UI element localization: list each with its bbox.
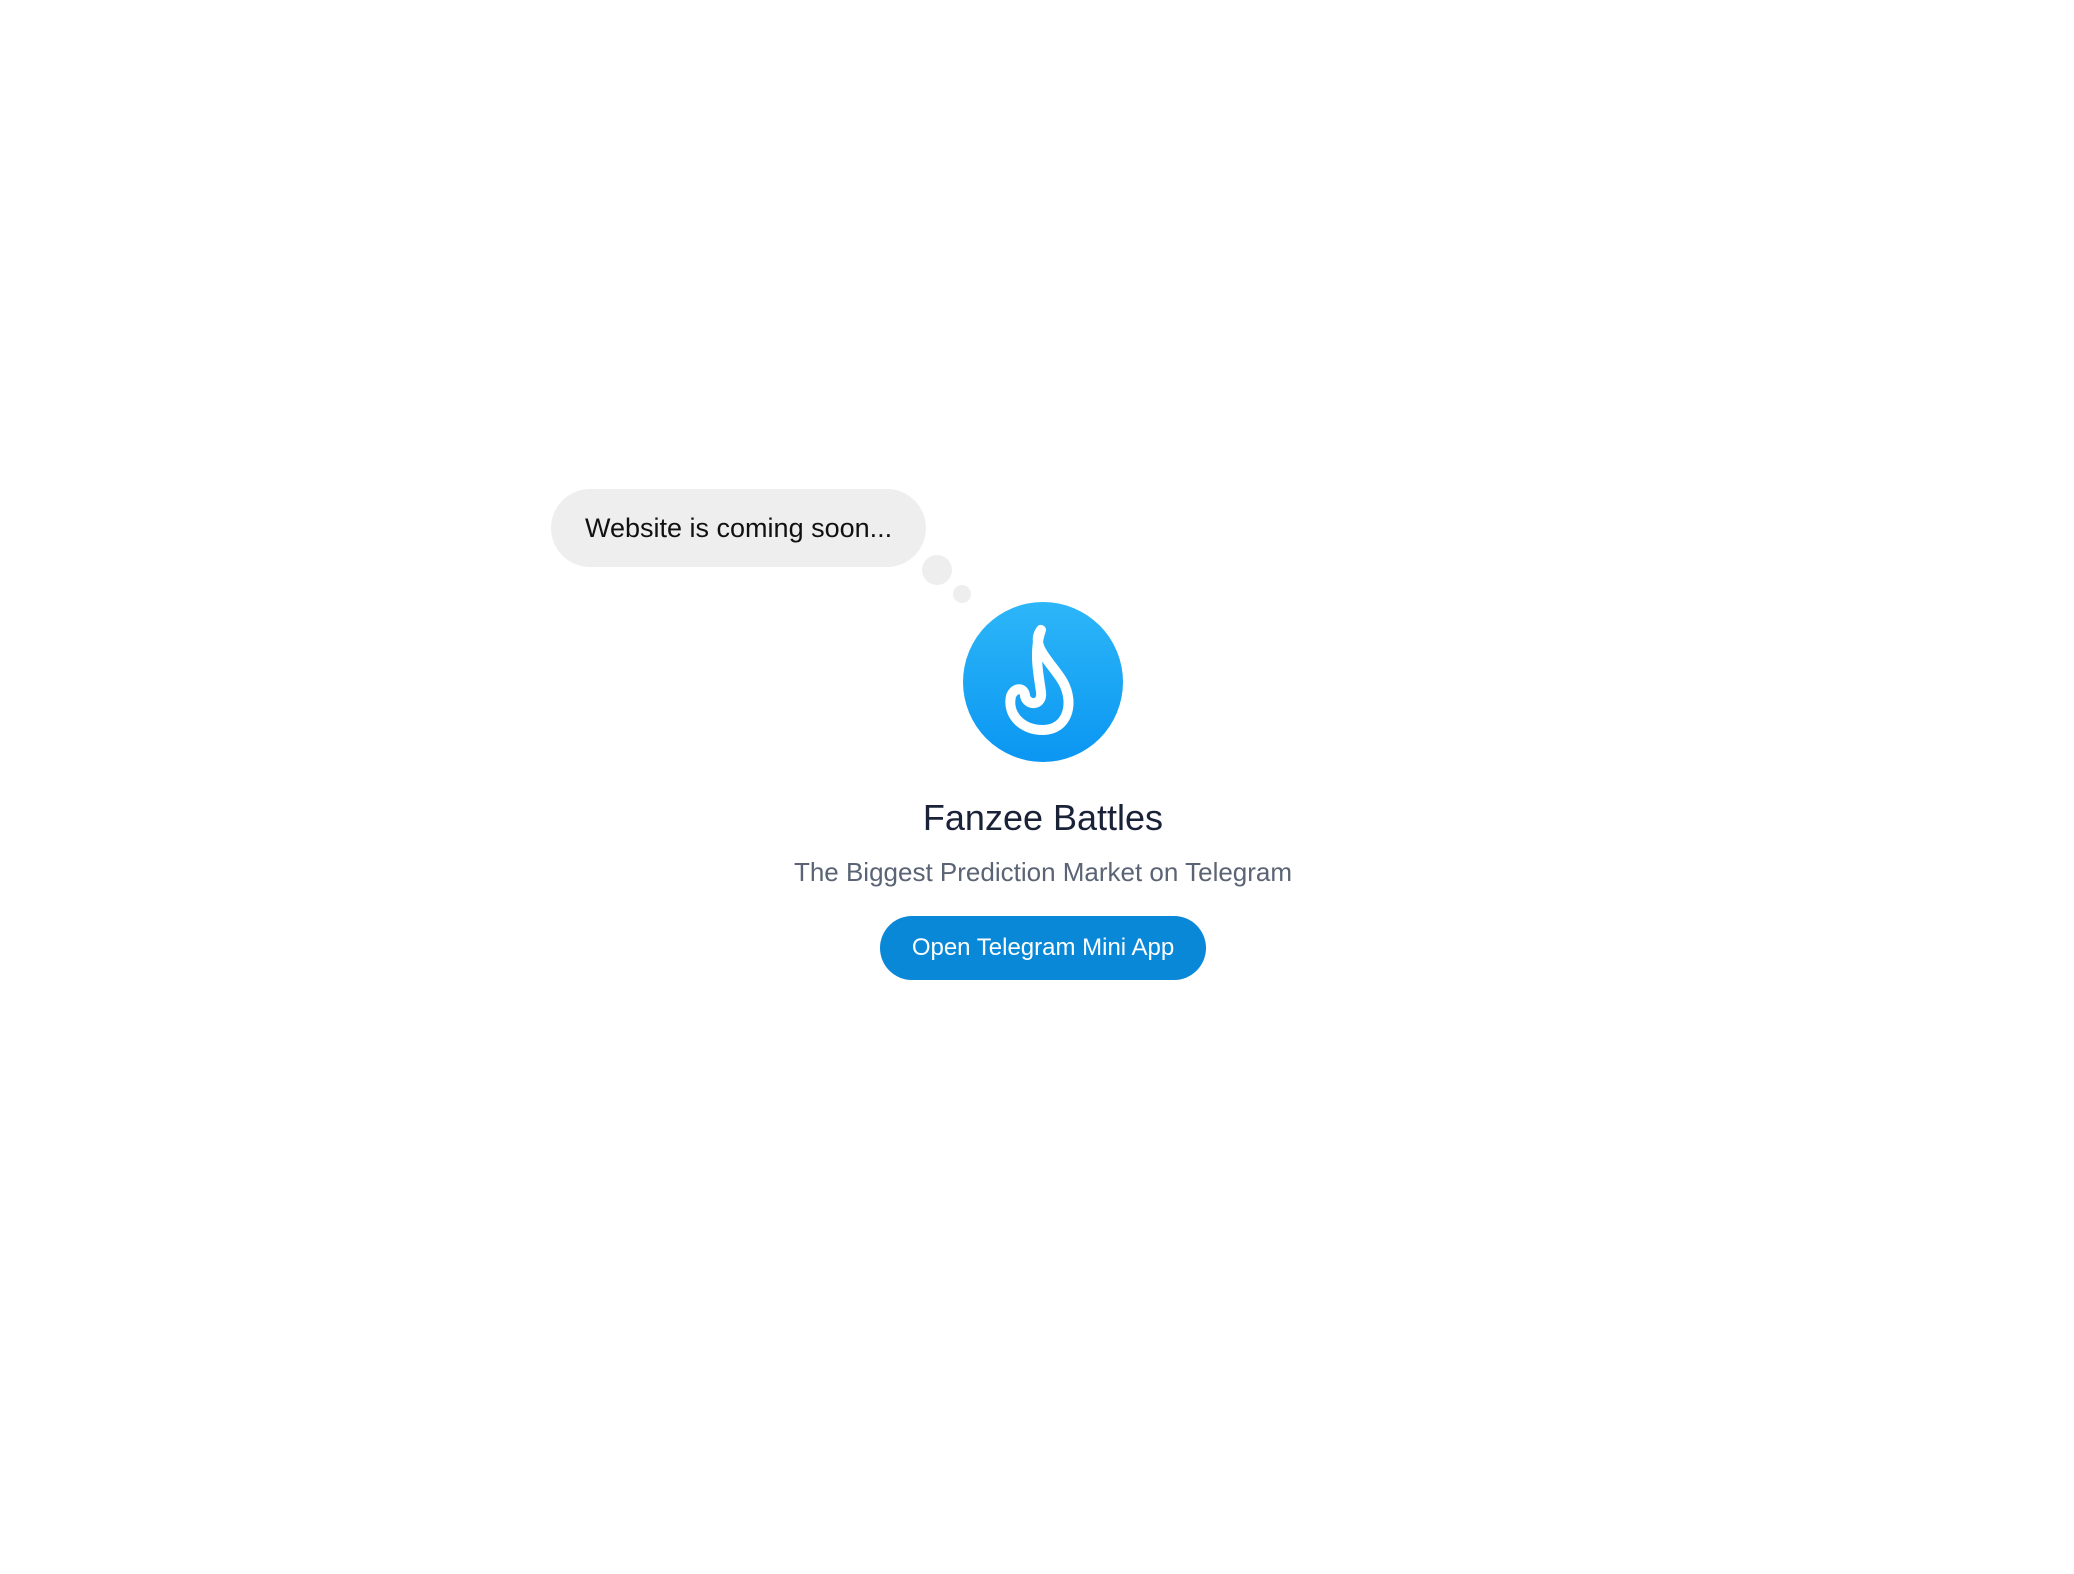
- open-telegram-mini-app-button[interactable]: Open Telegram Mini App: [880, 916, 1206, 980]
- thought-dot-large: [922, 555, 952, 585]
- page-title: Fanzee Battles: [922, 797, 1164, 838]
- landing-page: Website is coming soon... Fanzee Battles…: [0, 0, 2074, 1574]
- page-tagline: The Biggest Prediction Market on Telegra…: [793, 857, 1293, 887]
- app-logo: [963, 602, 1123, 762]
- coming-soon-bubble: Website is coming soon...: [551, 489, 927, 567]
- thought-dot-small: [953, 585, 971, 603]
- flame-icon: [1005, 625, 1074, 735]
